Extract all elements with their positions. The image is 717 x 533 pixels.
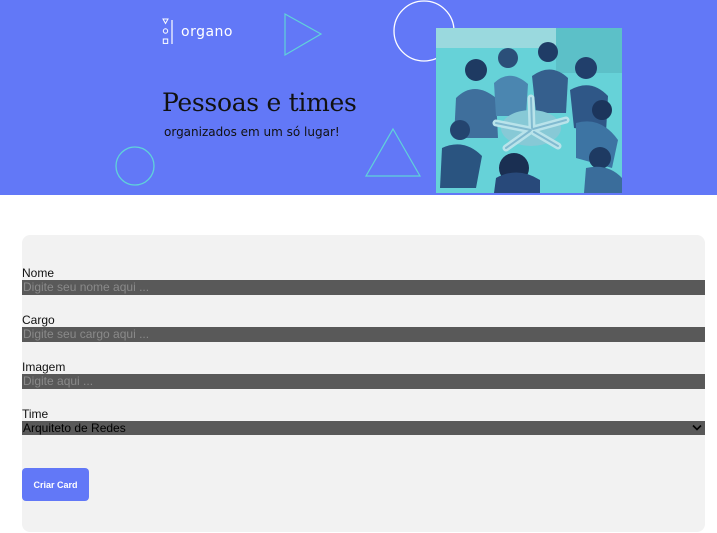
- image-field: Imagem: [22, 360, 705, 389]
- hero-headline: Pessoas e times: [162, 88, 357, 117]
- circle-small-icon: [115, 146, 155, 186]
- role-label: Cargo: [22, 313, 55, 327]
- name-input[interactable]: [22, 280, 705, 295]
- hero-banner: organo Pessoas e times organizados em um…: [0, 0, 717, 195]
- image-input[interactable]: [22, 374, 705, 389]
- role-field: Cargo: [22, 313, 705, 342]
- create-card-form: Nome Cargo Imagem Time Arquiteto de Rede…: [22, 235, 705, 532]
- team-hands-photo: [436, 28, 622, 193]
- triangle-right-icon: [284, 12, 323, 57]
- name-label: Nome: [22, 266, 55, 280]
- name-field: Nome: [22, 266, 705, 295]
- role-input[interactable]: [22, 327, 705, 342]
- team-label: Time: [22, 407, 49, 421]
- create-card-button[interactable]: Criar Card: [22, 468, 89, 501]
- team-select[interactable]: Arquiteto de Redes: [22, 421, 705, 435]
- image-label: Imagem: [22, 360, 66, 374]
- team-hands-illustration: [436, 28, 622, 193]
- hero-subheadline: organizados em um só lugar!: [164, 125, 340, 139]
- chevron-down-icon: [692, 424, 702, 431]
- team-select-value: Arquiteto de Redes: [23, 421, 126, 435]
- triangle-up-icon: [364, 127, 422, 177]
- team-field: Time Arquiteto de Redes: [22, 407, 705, 435]
